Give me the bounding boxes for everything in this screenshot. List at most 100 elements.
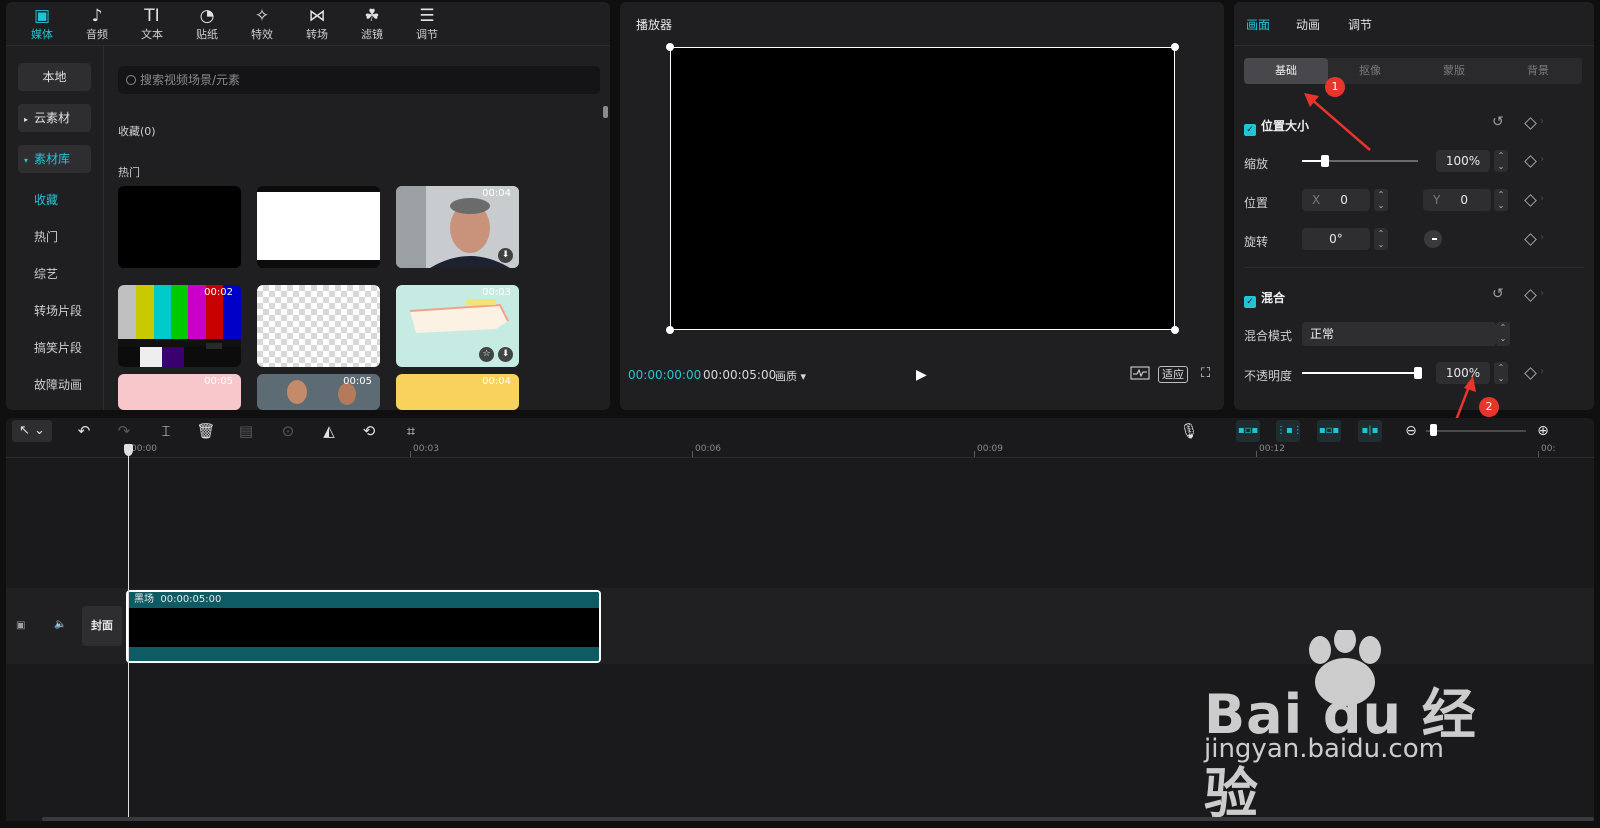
zoom-in-icon[interactable]: ⊕: [1534, 420, 1552, 442]
reverse-icon[interactable]: ⊙: [278, 420, 298, 442]
redo-icon[interactable]: ↷: [114, 420, 134, 442]
tab-filter[interactable]: ☘ 滤镜: [344, 6, 400, 46]
resize-handle-br[interactable]: [1171, 326, 1179, 334]
position-y-stepper[interactable]: ⌃ ⌄: [1494, 189, 1508, 211]
checkbox-icon[interactable]: ✓: [1244, 124, 1256, 136]
play-button[interactable]: ▶: [916, 367, 930, 383]
sidebar-item-funny-clips[interactable]: 搞笑片段: [34, 339, 82, 356]
align-icon[interactable]: ▪|▪: [1358, 420, 1382, 442]
tab-sticker-label: 贴纸: [196, 28, 218, 41]
zoom-out-icon[interactable]: ⊖: [1402, 420, 1420, 442]
keyframe-icon[interactable]: [1524, 117, 1537, 130]
thumb-paper[interactable]: 00:03 ☆ ⬇: [396, 285, 519, 367]
thumb-black[interactable]: [118, 186, 241, 268]
thumb-people[interactable]: 00:05: [257, 374, 380, 410]
chevron-right-icon[interactable]: ›: [1540, 288, 1544, 299]
playhead-handle[interactable]: [124, 444, 133, 456]
select-tool-icon[interactable]: ↖ ⌄: [12, 420, 52, 442]
resize-handle-tr[interactable]: [1171, 43, 1179, 51]
ruler-tick: [1256, 451, 1257, 457]
tab-adjust[interactable]: ☰ 调节: [399, 6, 455, 46]
thumb-person[interactable]: 00:04 ⬇: [396, 186, 519, 268]
blend-section[interactable]: ✓ 混合: [1244, 289, 1285, 308]
undo-icon[interactable]: ↶: [74, 420, 94, 442]
thumb-transparent[interactable]: [257, 285, 380, 367]
tab-animation[interactable]: 动画: [1296, 16, 1320, 33]
microphone-icon[interactable]: 🎙: [1179, 420, 1199, 442]
preview-axis-icon[interactable]: ▪▫▪: [1317, 420, 1341, 442]
media-scrollbar[interactable]: [603, 106, 608, 118]
track-audio-icon[interactable]: 🔈: [54, 619, 66, 630]
chevron-right-icon[interactable]: ›: [1540, 232, 1544, 243]
crop-icon[interactable]: ⌗: [400, 420, 422, 442]
resize-handle-bl[interactable]: [666, 326, 674, 334]
mirror-icon[interactable]: ◭: [318, 420, 340, 442]
blend-mode-stepper[interactable]: ⌃ ⌄: [1496, 322, 1510, 346]
reset-icon[interactable]: ↺: [1492, 114, 1504, 130]
zoom-slider[interactable]: [1426, 430, 1526, 432]
tab-picture[interactable]: 画面: [1246, 16, 1270, 33]
thumb-pink[interactable]: 00:05: [118, 374, 241, 410]
ruler-tick: [1538, 451, 1539, 457]
quality-dropdown[interactable]: 画质 ▾: [775, 368, 806, 384]
subtab-background[interactable]: 背景: [1496, 58, 1580, 84]
split-icon[interactable]: ⌶: [156, 420, 176, 442]
keyframe-icon[interactable]: [1524, 155, 1537, 168]
fit-button[interactable]: 适应: [1158, 366, 1188, 383]
keyframe-icon[interactable]: [1524, 289, 1537, 302]
caret-down-icon: ▾: [24, 156, 29, 165]
cover-button[interactable]: 封面: [82, 606, 122, 646]
search-input[interactable]: 搜索视频场景/元素: [118, 66, 600, 94]
timeline-ruler[interactable]: 00:00 00:03 00:06 00:09 00:12 00:: [6, 444, 1594, 458]
track-visibility-icon[interactable]: ▣: [16, 620, 25, 631]
video-clip[interactable]: 黑场 00:00:05:00: [126, 590, 601, 663]
thumb-colorbars[interactable]: 00:02: [118, 285, 241, 367]
sidebar-library-button[interactable]: ▾ 素材库: [18, 145, 91, 173]
sidebar-local-button[interactable]: 本地: [18, 63, 91, 91]
chevron-right-icon[interactable]: ›: [1540, 116, 1544, 127]
reset-icon[interactable]: ↺: [1492, 286, 1504, 302]
link-icon[interactable]: ▪▫▪: [1236, 420, 1260, 442]
chevron-right-icon[interactable]: ›: [1540, 193, 1544, 204]
preview-canvas[interactable]: [670, 47, 1175, 330]
thumb-white[interactable]: [257, 186, 380, 268]
keyframe-icon[interactable]: [1524, 194, 1537, 207]
tab-audio[interactable]: ♪ 音频: [69, 6, 125, 46]
keyframe-icon[interactable]: [1524, 367, 1537, 380]
tab-text[interactable]: TI 文本: [124, 6, 180, 46]
download-icon[interactable]: ⬇: [498, 248, 513, 263]
resize-handle-tl[interactable]: [666, 43, 674, 51]
chevron-right-icon[interactable]: ›: [1540, 154, 1544, 165]
position-label: 位置: [1244, 196, 1269, 210]
thumb-yellow[interactable]: 00:04: [396, 374, 519, 410]
sidebar-item-favorites[interactable]: 收藏: [34, 191, 58, 208]
download-icon[interactable]: ⬇: [498, 347, 513, 362]
sidebar-item-hot[interactable]: 热门: [34, 228, 58, 245]
playhead[interactable]: [128, 444, 129, 821]
sidebar-item-glitch[interactable]: 故障动画: [34, 376, 82, 393]
tab-transition[interactable]: ⋈ 转场: [289, 6, 345, 46]
ruler-tick: [692, 451, 693, 457]
fullscreen-icon[interactable]: ⛶: [1201, 366, 1210, 384]
sidebar-cloud-button[interactable]: ▸ 云素材: [18, 104, 91, 132]
tab-media[interactable]: ▣ 媒体: [14, 6, 70, 46]
freeze-icon[interactable]: ▤: [236, 420, 256, 442]
tab-adjust-props[interactable]: 调节: [1348, 16, 1372, 33]
keyframe-icon[interactable]: [1524, 233, 1537, 246]
sidebar-item-transition-clips[interactable]: 转场片段: [34, 302, 82, 319]
zoom-slider-knob[interactable]: [1430, 424, 1437, 436]
tab-effects[interactable]: ✧ 特效: [234, 6, 290, 46]
opacity-stepper[interactable]: ⌃ ⌄: [1494, 362, 1508, 384]
delete-icon[interactable]: 🗑: [196, 420, 216, 442]
tab-sticker[interactable]: ◔ 贴纸: [179, 6, 235, 46]
hot-heading: 热门: [118, 166, 140, 179]
waveform-icon[interactable]: [1130, 366, 1150, 384]
checkbox-icon[interactable]: ✓: [1244, 296, 1256, 308]
scale-stepper[interactable]: ⌃ ⌄: [1494, 150, 1508, 172]
star-icon[interactable]: ☆: [479, 347, 494, 362]
clip-header: 黑场 00:00:05:00: [128, 592, 599, 608]
snap-icon[interactable]: ⋮▪⋮: [1276, 420, 1303, 442]
chevron-right-icon[interactable]: ›: [1540, 366, 1544, 377]
sidebar-item-variety[interactable]: 综艺: [34, 265, 58, 282]
rotate-icon[interactable]: ⟲: [358, 420, 380, 442]
